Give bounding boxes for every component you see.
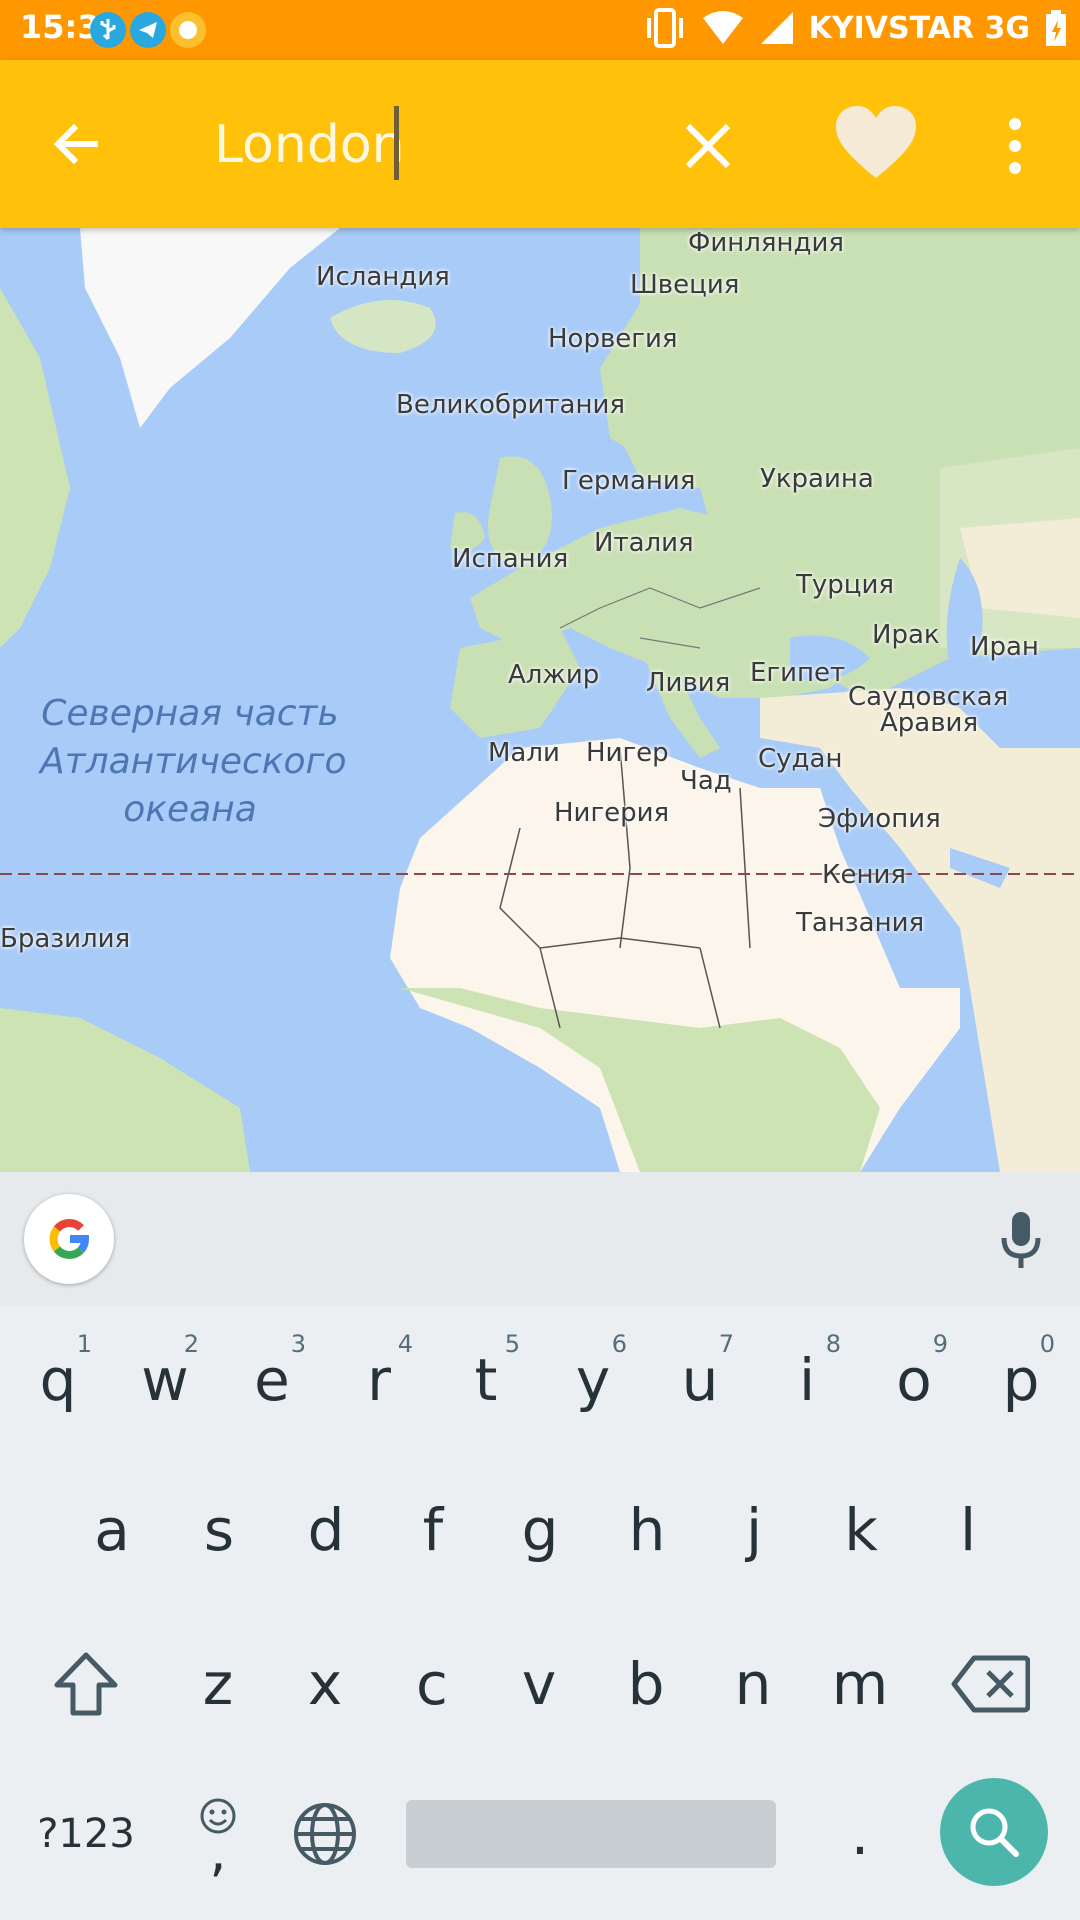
map-label: Египет [750,658,846,688]
key-r[interactable]: r4 [329,1320,429,1440]
key-d[interactable]: d [276,1470,376,1590]
key-t[interactable]: t5 [436,1320,536,1440]
key-m[interactable]: m [810,1624,910,1744]
mic-icon [1001,1212,1041,1268]
key-w[interactable]: w2 [115,1320,215,1440]
key-i[interactable]: i8 [757,1320,857,1440]
key-l[interactable]: l [918,1470,1018,1590]
keyboard-suggestion-strip [0,1172,1080,1306]
key-v[interactable]: v [489,1624,589,1744]
map-label: Украина [760,464,874,494]
map-label: Италия [594,528,694,558]
ocean-label-line: океана [123,789,257,830]
key-c[interactable]: c [382,1624,482,1744]
key-e[interactable]: e3 [222,1320,322,1440]
key-g[interactable]: g [490,1470,590,1590]
key-u[interactable]: u7 [650,1320,750,1440]
search-input[interactable] [214,110,634,180]
key-b[interactable]: b [596,1624,696,1744]
map-label: Испания [452,544,569,574]
key-x[interactable]: x [275,1624,375,1744]
key-z[interactable]: z [168,1624,268,1744]
ocean-label-line: Северная часть [41,693,339,734]
globe-icon [294,1803,356,1865]
vibrate-icon [646,8,683,48]
key-k[interactable]: k [811,1470,911,1590]
telegram-icon [130,12,166,48]
google-g-icon [49,1219,89,1259]
map-label: Иран [970,632,1039,662]
key-p[interactable]: p0 [971,1320,1071,1440]
key-q[interactable]: q1 [8,1320,108,1440]
carrier-label: KYIVSTAR 3G [808,10,1030,46]
map-label: Исландия [316,262,450,292]
map-label: Нигерия [554,798,670,828]
language-key[interactable] [275,1774,375,1894]
map-label: Бразилия [0,924,131,954]
spacebar[interactable] [406,1800,776,1868]
search-key[interactable] [940,1778,1048,1886]
map-label: Танзания [796,908,925,938]
more-options-button[interactable] [1000,116,1030,176]
map-label: Великобритания [396,390,626,420]
map-label: Алжир [508,660,600,690]
ocean-label: Северная часть Атлантического океана [40,690,347,834]
back-button[interactable] [48,114,108,174]
key-j[interactable]: j [704,1470,804,1590]
map-label: Кения [822,860,906,890]
status-right: KYIVSTAR 3G [643,8,1068,48]
usb-icon [90,12,126,48]
map-label: Ливия [646,668,731,698]
more-vert-icon [1009,118,1021,174]
map-label: Швеция [630,270,740,300]
backspace-icon [951,1655,1030,1713]
map-label: Нигер [586,738,669,768]
close-icon [685,123,731,169]
arrow-back-icon [53,123,98,165]
battery-icon [1046,10,1066,46]
key-y[interactable]: y6 [543,1320,643,1440]
map-label: Турция [796,570,895,600]
map-label: Финляндия [688,228,845,258]
key-s[interactable]: s [169,1470,269,1590]
favorite-button[interactable] [834,102,918,186]
emoji-comma-key[interactable]: , [168,1774,268,1894]
google-button[interactable] [24,1194,114,1284]
map-label: Чад [680,766,732,796]
mic-button[interactable] [996,1210,1046,1270]
key-n[interactable]: n [703,1624,803,1744]
shift-icon [54,1652,118,1716]
text-caret [394,106,399,180]
map-label: Аравия [880,708,979,738]
period-key[interactable]: . [810,1774,910,1894]
sync-icon [170,12,206,48]
map-label: Мали [488,738,560,768]
wifi-icon [702,11,743,44]
symbols-key[interactable]: ?123 [26,1774,146,1894]
search-icon [970,1808,1019,1857]
map-label: Германия [562,466,696,496]
key-o[interactable]: o9 [864,1320,964,1440]
ocean-label-line: Атлантического [40,741,347,782]
map-label: Норвегия [548,324,678,354]
map-label: Эфиопия [818,804,941,834]
key-f[interactable]: f [383,1470,483,1590]
clear-button[interactable] [680,118,736,174]
heart-icon [836,106,916,178]
map-label: Судан [758,744,843,774]
backspace-key[interactable] [940,1624,1040,1744]
shift-key[interactable] [36,1624,136,1744]
comma-label: , [209,1820,227,1883]
search-app-bar [0,60,1080,228]
map-label: Ирак [872,620,940,650]
status-bar: 15:33 KYIVSTAR 3G [0,0,1080,60]
keyboard: q1 w2 e3 r4 t5 y6 u7 i8 o9 p0 a s d f g … [0,1306,1080,1920]
key-a[interactable]: a [62,1470,162,1590]
signal-icon [760,12,793,44]
key-h[interactable]: h [597,1470,697,1590]
map-view[interactable]: Северная часть Атлантического океана Фин… [0,228,1080,1172]
